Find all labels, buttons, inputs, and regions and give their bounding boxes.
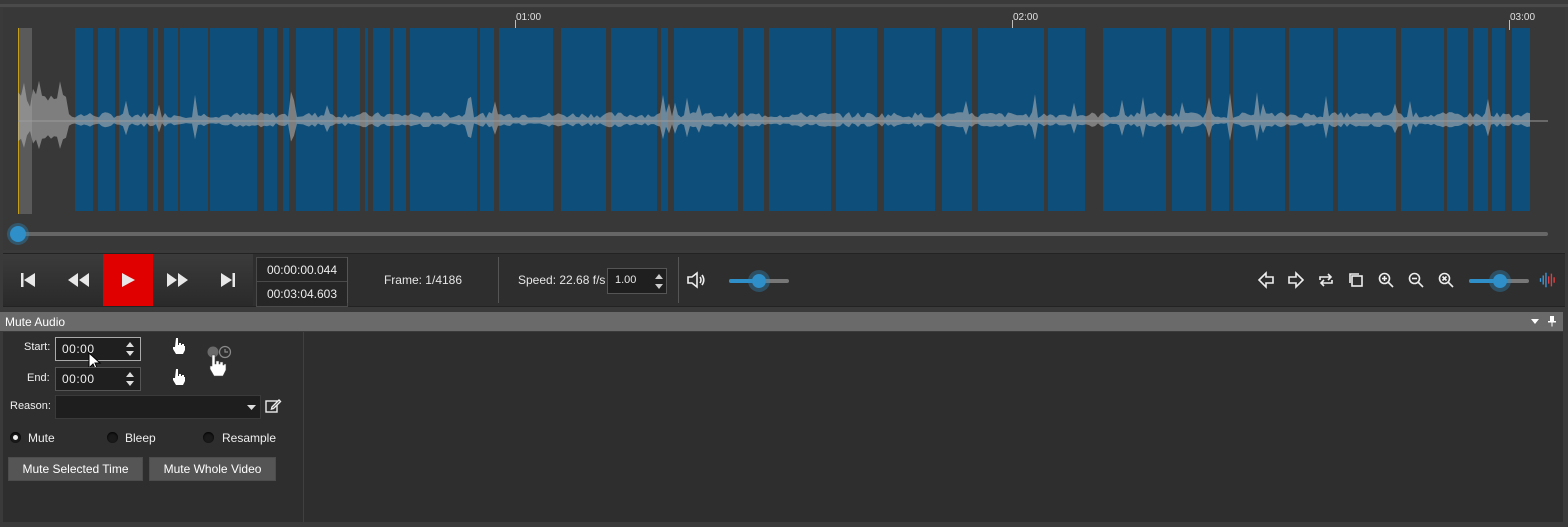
- edit-reasons-icon[interactable]: [264, 397, 282, 415]
- copy-button[interactable]: [1346, 270, 1366, 290]
- speed-up-button[interactable]: [654, 271, 664, 281]
- reason-label: Reason:: [10, 400, 51, 412]
- zoom-reset-icon: [1438, 272, 1454, 288]
- mute-selected-time-button[interactable]: Mute Selected Time: [8, 457, 143, 481]
- end-time-value: 00:00: [62, 372, 95, 386]
- scrub-handle[interactable]: [10, 226, 26, 242]
- ruler-tick-label: 02:00: [1013, 12, 1039, 23]
- ruler-tick-label: 03:00: [1510, 12, 1536, 23]
- mute-mode-radio[interactable]: [10, 432, 21, 443]
- speed-input[interactable]: 1.00: [607, 268, 667, 294]
- ruler-tick-label: 01:00: [516, 12, 542, 23]
- speed-label: Speed: 22.68 f/s: [518, 273, 606, 287]
- play-icon: [122, 273, 135, 287]
- end-time-input[interactable]: 00:00: [55, 367, 141, 391]
- transport-bar: 00:00:00.044 00:03:04.603 Frame: 1/4186 …: [3, 253, 1565, 307]
- mute-whole-video-button[interactable]: Mute Whole Video: [149, 457, 276, 481]
- chevron-down-icon[interactable]: [1531, 319, 1539, 324]
- rewind-icon: [68, 273, 89, 287]
- fast-forward-icon: [167, 273, 188, 287]
- skip-to-end-button[interactable]: [203, 254, 253, 306]
- start-time-spinner[interactable]: [125, 339, 137, 359]
- repeat-icon: [1319, 273, 1333, 287]
- speaker-icon: [687, 271, 705, 289]
- rewind-button[interactable]: [53, 254, 103, 306]
- waveform-toggle-button[interactable]: [1538, 270, 1558, 290]
- chevron-up-icon: [655, 273, 663, 279]
- speed-down-button[interactable]: [654, 281, 664, 291]
- start-label: Start:: [24, 341, 51, 353]
- divider: [678, 257, 679, 303]
- mute-mode-label: Mute: [28, 431, 55, 445]
- waveform-icon: [1539, 272, 1555, 288]
- speed-value: 1.00: [615, 274, 637, 286]
- next-button[interactable]: [1286, 270, 1306, 290]
- mute-audio-list-area: [304, 332, 1563, 522]
- chevron-down-icon: [655, 283, 663, 289]
- volume-slider-handle[interactable]: [752, 274, 766, 288]
- reason-dropdown-button[interactable]: [243, 396, 260, 418]
- zoom-in-icon: [1378, 272, 1394, 288]
- mute-audio-controls: [3, 332, 304, 522]
- copy-icon: [1349, 273, 1363, 287]
- zoom-slider-handle[interactable]: [1493, 274, 1507, 288]
- set-end-from-playhead-icon[interactable]: [171, 368, 187, 386]
- previous-button[interactable]: [1256, 270, 1276, 290]
- play-button[interactable]: [103, 254, 153, 306]
- spinner-arrows-icon: [126, 342, 134, 356]
- top-divider: [0, 4, 1568, 7]
- mute-audio-panel-header: Mute Audio: [0, 312, 1563, 331]
- bleep-mode-label: Bleep: [125, 431, 156, 445]
- scrub-track[interactable]: [18, 232, 1548, 236]
- bleep-mode-radio[interactable]: [107, 432, 118, 443]
- zoom-reset-button[interactable]: [1436, 270, 1456, 290]
- waveform-view[interactable]: [18, 28, 1548, 214]
- skip-end-icon: [221, 273, 235, 287]
- fast-forward-button[interactable]: [153, 254, 203, 306]
- pin-icon[interactable]: [1547, 316, 1557, 327]
- volume-button[interactable]: [686, 270, 706, 290]
- loop-button[interactable]: [1316, 270, 1336, 290]
- arrow-left-icon: [1257, 271, 1274, 289]
- current-time-display: 00:00:00.044: [256, 257, 348, 283]
- divider: [498, 257, 499, 303]
- skip-start-icon: [21, 273, 35, 287]
- reason-combobox[interactable]: [55, 395, 261, 419]
- skip-to-start-button[interactable]: [3, 254, 53, 306]
- panel-title: Mute Audio: [5, 315, 66, 329]
- chevron-down-icon: [247, 404, 256, 410]
- frame-counter: Frame: 1/4186: [383, 273, 463, 287]
- total-time-display: 00:03:04.603: [256, 281, 348, 307]
- resample-mode-label: Resample: [222, 431, 277, 445]
- end-time-spinner[interactable]: [125, 369, 137, 389]
- set-start-from-playhead-icon[interactable]: [171, 337, 187, 355]
- zoom-out-icon: [1408, 272, 1424, 288]
- time-ruler[interactable]: 01:00 02:00 03:00: [18, 8, 1548, 30]
- spinner-arrows-icon: [126, 372, 134, 386]
- zoom-in-button[interactable]: [1376, 270, 1396, 290]
- arrow-right-icon: [1288, 271, 1305, 289]
- zoom-out-button[interactable]: [1406, 270, 1426, 290]
- pick-time-icon[interactable]: [205, 344, 235, 378]
- end-label: End:: [27, 372, 50, 384]
- resample-mode-radio[interactable]: [203, 432, 214, 443]
